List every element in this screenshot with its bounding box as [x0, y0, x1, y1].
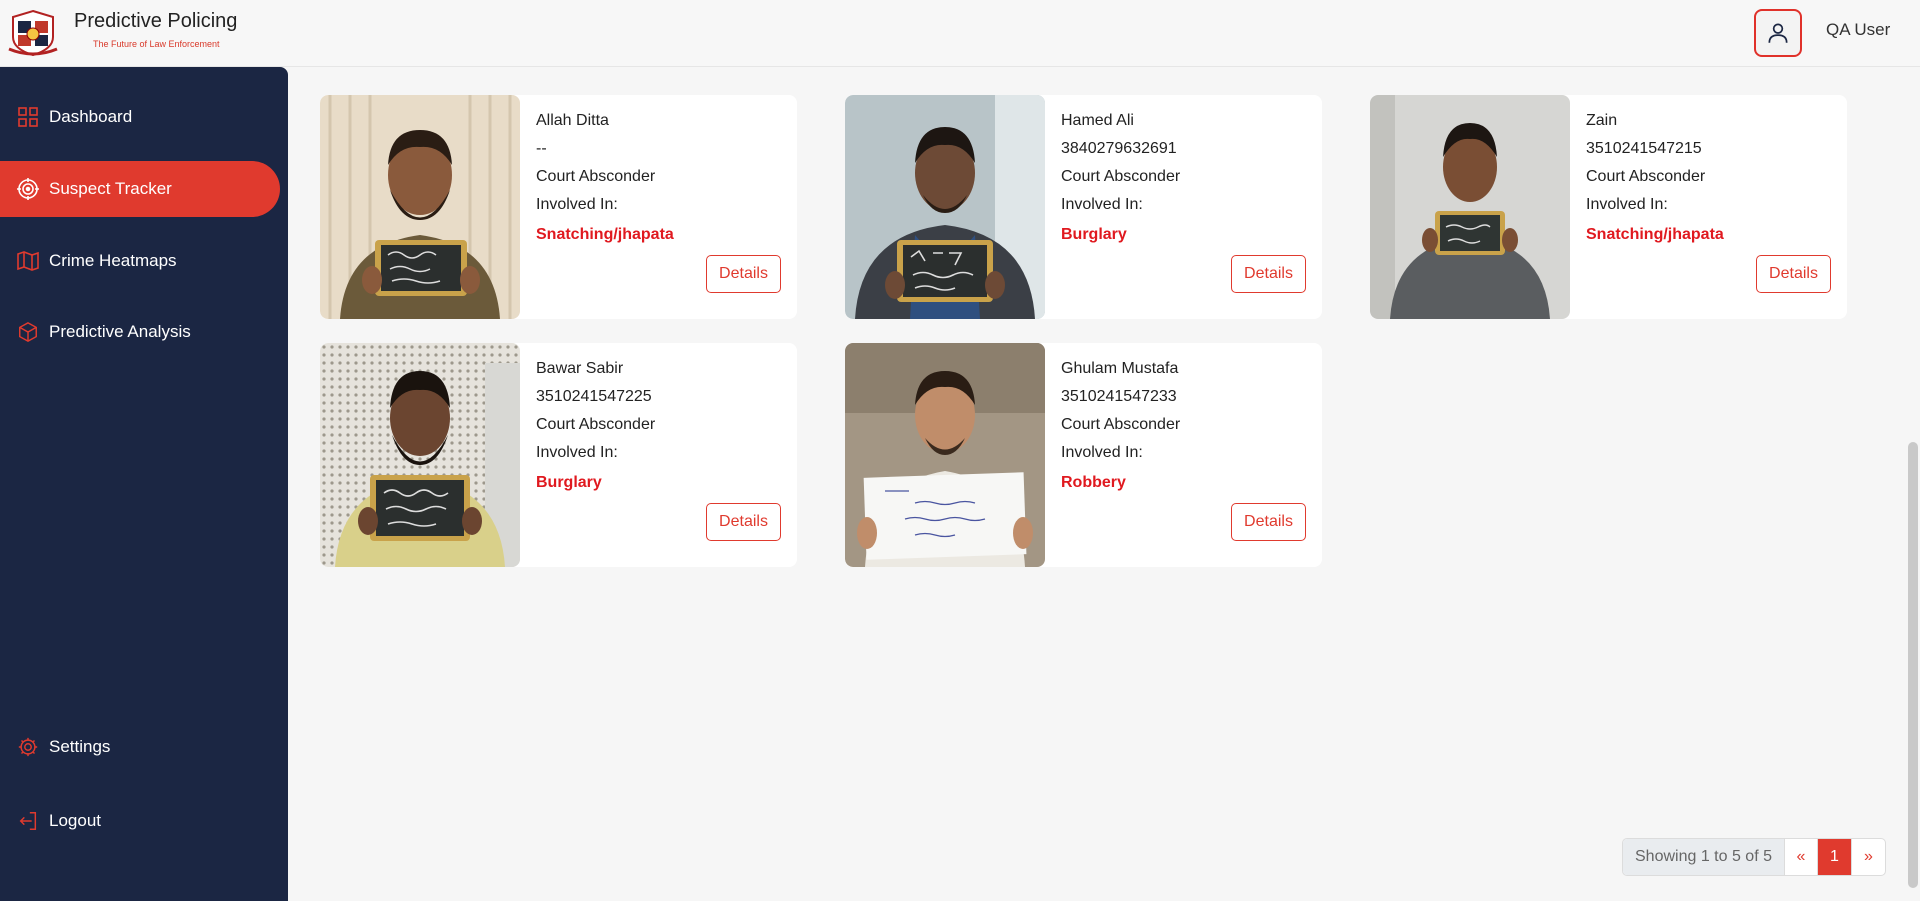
involved-label: Involved In: — [536, 196, 618, 213]
police-logo — [8, 9, 58, 57]
user-icon — [1768, 23, 1788, 43]
suspect-card: Zain 3510241547215 Court Absconder Invol… — [1370, 95, 1847, 319]
app-subtitle: The Future of Law Enforcement — [93, 39, 220, 49]
suspect-photo — [1370, 95, 1570, 319]
details-button[interactable]: Details — [706, 503, 781, 541]
sidebar-item-label: Dashboard — [49, 107, 133, 126]
sidebar-item-crime-heatmaps[interactable]: Crime Heatmaps — [0, 233, 280, 289]
sidebar-item-predictive-analysis[interactable]: Predictive Analysis — [0, 304, 280, 360]
suspect-crime: Snatching/jhapata — [1586, 226, 1724, 243]
pagination-summary: Showing 1 to 5 of 5 — [1623, 839, 1785, 875]
sidebar-item-label: Predictive Analysis — [49, 322, 191, 341]
sidebar-item-settings[interactable]: Settings — [0, 719, 280, 775]
suspect-name: Allah Ditta — [536, 112, 609, 129]
suspect-crime: Burglary — [1061, 226, 1127, 243]
suspect-crime: Burglary — [536, 474, 602, 491]
user-profile-button[interactable] — [1754, 9, 1802, 57]
logout-icon — [15, 808, 41, 834]
suspect-card: Hamed Ali 3840279632691 Court Absconder … — [845, 95, 1322, 319]
suspect-crime: Snatching/jhapata — [536, 226, 674, 243]
pagination: Showing 1 to 5 of 5 « 1 » — [1622, 838, 1886, 876]
suspect-cnic: 3510241547215 — [1586, 140, 1702, 157]
suspect-name: Zain — [1586, 112, 1618, 129]
suspect-status: Court Absconder — [536, 168, 656, 185]
suspect-info: Zain 3510241547215 Court Absconder Invol… — [1586, 107, 1724, 249]
suspect-name: Bawar Sabir — [536, 360, 624, 377]
involved-label: Involved In: — [1586, 196, 1668, 213]
sidebar-item-label: Suspect Tracker — [49, 179, 172, 198]
suspect-name: Ghulam Mustafa — [1061, 360, 1179, 377]
suspect-photo — [845, 343, 1045, 567]
involved-label: Involved In: — [1061, 444, 1143, 461]
involved-label: Involved In: — [536, 444, 618, 461]
suspect-photo — [320, 343, 520, 567]
target-icon — [15, 176, 41, 202]
suspect-cnic: 3840279632691 — [1061, 140, 1177, 157]
suspect-status: Court Absconder — [536, 416, 656, 433]
suspect-card: Allah Ditta -- Court Absconder Involved … — [320, 95, 797, 319]
suspect-status: Court Absconder — [1586, 168, 1706, 185]
sidebar-item-label: Crime Heatmaps — [49, 251, 177, 270]
sidebar-item-label: Logout — [49, 811, 101, 830]
suspect-cnic: -- — [536, 140, 547, 157]
suspect-card: Bawar Sabir 3510241547225 Court Absconde… — [320, 343, 797, 567]
suspect-info: Hamed Ali 3840279632691 Court Absconder … — [1061, 107, 1180, 249]
suspect-card: Ghulam Mustafa 3510241547233 Court Absco… — [845, 343, 1322, 567]
sidebar-item-label: Settings — [49, 737, 111, 756]
suspect-status: Court Absconder — [1061, 416, 1181, 433]
sidebar-item-dashboard[interactable]: Dashboard — [0, 89, 280, 145]
suspect-info: Bawar Sabir 3510241547225 Court Absconde… — [536, 355, 655, 497]
sidebar-item-logout[interactable]: Logout — [0, 793, 280, 849]
suspect-cnic: 3510241547233 — [1061, 388, 1177, 405]
grid-icon — [15, 104, 41, 130]
top-header: Predictive Policing The Future of Law En… — [0, 0, 1920, 67]
suspect-info: Ghulam Mustafa 3510241547233 Court Absco… — [1061, 355, 1180, 497]
cube-icon — [15, 319, 41, 345]
suspect-name: Hamed Ali — [1061, 112, 1134, 129]
map-icon — [15, 248, 41, 274]
details-button[interactable]: Details — [1756, 255, 1831, 293]
scrollbar-thumb[interactable] — [1908, 442, 1918, 888]
suspect-info: Allah Ditta -- Court Absconder Involved … — [536, 107, 674, 249]
involved-label: Involved In: — [1061, 196, 1143, 213]
suspect-photo — [845, 95, 1045, 319]
details-button[interactable]: Details — [706, 255, 781, 293]
sidebar-item-suspect-tracker[interactable]: Suspect Tracker — [0, 161, 280, 217]
suspect-cnic: 3510241547225 — [536, 388, 652, 405]
sidebar: Dashboard Suspect Tracker Crime Heatmaps… — [0, 67, 288, 901]
user-name[interactable]: QA User — [1826, 20, 1890, 40]
pagination-page-1[interactable]: 1 — [1817, 839, 1852, 875]
details-button[interactable]: Details — [1231, 503, 1306, 541]
pagination-next[interactable]: » — [1852, 839, 1885, 875]
suspect-status: Court Absconder — [1061, 168, 1181, 185]
gear-icon — [15, 734, 41, 760]
suspect-photo — [320, 95, 520, 319]
pagination-prev[interactable]: « — [1785, 839, 1818, 875]
suspect-crime: Robbery — [1061, 474, 1126, 491]
details-button[interactable]: Details — [1231, 255, 1306, 293]
app-title: Predictive Policing — [74, 10, 238, 32]
